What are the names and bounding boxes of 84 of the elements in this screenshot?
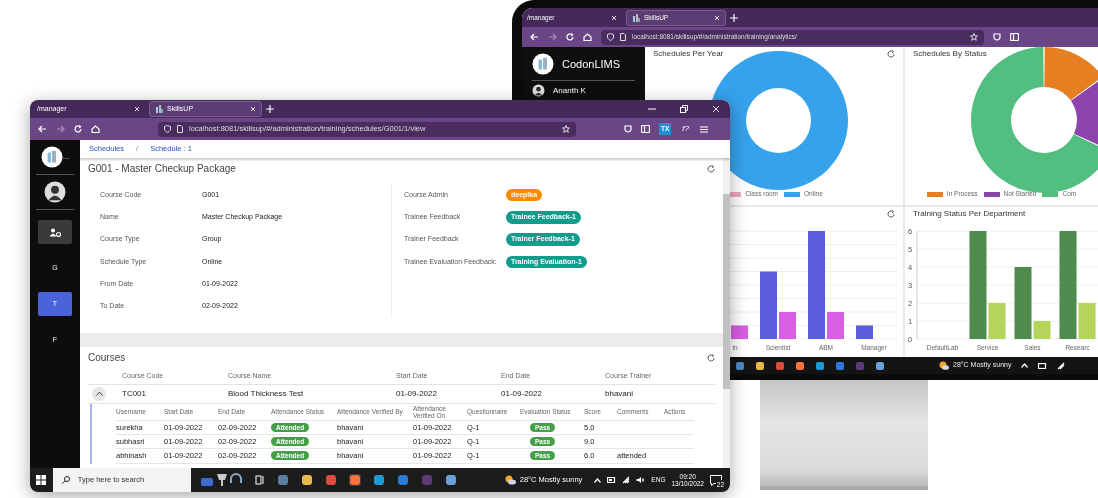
back-arrow-icon[interactable] [38,125,47,133]
windows-logo-icon [36,475,47,485]
app-icon[interactable] [835,360,845,371]
search-highlight-drawing [198,471,243,489]
reload-icon[interactable] [707,353,715,362]
app-icon[interactable] [444,474,457,486]
page-icon [620,33,626,41]
chevron-up-icon [95,391,103,396]
chart-title: Schedules By Status [913,47,987,60]
logo-icon [40,146,63,168]
app-icon[interactable] [348,474,361,486]
close-icon[interactable] [712,105,720,113]
home-icon[interactable] [583,33,592,41]
notification-icon[interactable] [710,474,722,486]
menu-icon[interactable] [700,125,708,133]
app-icon[interactable] [300,474,313,486]
app-icon[interactable] [815,360,825,371]
user-name: Ananth K [553,84,586,97]
pocket-icon[interactable] [624,125,632,133]
close-icon[interactable] [611,14,617,21]
page-title: G001 - Master Checkup Package [88,162,236,176]
bar [827,312,844,339]
app-icon[interactable] [795,360,805,371]
app-icon[interactable] [735,360,745,371]
reload-icon[interactable] [887,209,895,218]
reload-icon[interactable] [887,49,895,58]
speaker-icon[interactable] [636,476,646,484]
user-gear-icon [49,227,61,237]
sidebar-icon[interactable] [641,125,650,133]
bar [779,312,796,339]
pocket-icon[interactable] [993,33,1001,41]
star-icon[interactable] [562,125,570,133]
avatar-icon [44,181,66,203]
sidebar-icon[interactable] [1010,33,1019,41]
shield-icon [607,33,614,41]
page-icon [177,125,183,133]
app-icon[interactable] [324,474,337,486]
back-arrow-icon[interactable] [530,33,539,41]
table-cell: Blood Thickness Test [228,384,396,403]
favicon-icon [632,13,640,22]
logo-icon [532,53,554,75]
section-title: Courses [88,351,126,365]
battery-icon[interactable] [607,477,617,483]
forward-arrow-icon[interactable] [56,125,65,133]
close-icon[interactable] [134,106,140,112]
task-view-icon[interactable] [254,475,265,485]
star-icon[interactable] [970,33,978,41]
app-icon[interactable] [276,474,289,486]
table-cell: 01-09-2022 [501,384,605,403]
table-cell: TC001 [122,384,228,403]
chart-title: Schedules Per Year [653,47,724,60]
scrollbar[interactable] [723,158,730,468]
search-icon [61,476,70,484]
close-icon[interactable] [714,14,720,21]
favicon-icon [155,105,163,113]
bar [760,271,777,339]
home-icon[interactable] [91,125,100,133]
chevron-up-icon[interactable] [594,477,602,483]
app-icon[interactable] [775,360,785,371]
table-cell: bhavani [605,384,660,403]
weather-icon[interactable] [504,475,516,485]
app-icon[interactable] [755,360,765,371]
forward-arrow-icon[interactable] [548,33,557,41]
minimize-icon[interactable] [648,105,656,113]
app-icon[interactable] [875,360,885,371]
shield-icon [164,125,171,133]
network-icon[interactable] [622,476,631,484]
close-icon[interactable] [250,106,256,112]
reload-icon[interactable] [707,164,715,173]
chart-title: Training Status Per Department [913,207,1026,220]
plus-icon[interactable] [266,105,274,113]
menu-item[interactable] [38,220,72,244]
avatar-icon [532,84,545,97]
plus-icon[interactable] [730,13,738,22]
restore-icon[interactable] [680,105,688,113]
chevron-up-icon[interactable] [1021,363,1029,368]
expand-toggle[interactable] [92,386,106,401]
table-cell: 01-09-2022 [396,384,501,403]
battery-icon[interactable] [1038,362,1048,369]
extension-icon[interactable]: f? [680,122,691,136]
app-name: CodonLIMS [562,56,621,72]
network-icon[interactable] [1057,361,1066,370]
app-icon[interactable] [372,474,385,486]
weather-icon[interactable] [939,361,949,370]
